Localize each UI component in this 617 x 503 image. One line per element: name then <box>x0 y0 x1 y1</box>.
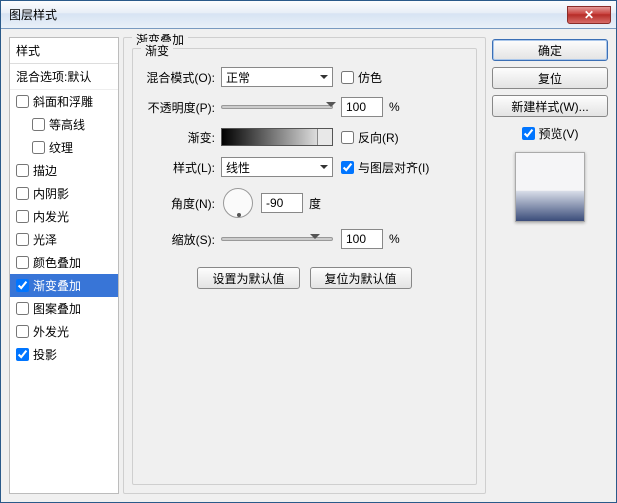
close-button[interactable]: ✕ <box>567 6 611 24</box>
styles-header: 样式 <box>10 38 118 64</box>
angle-label: 角度(N): <box>143 195 221 212</box>
opacity-input[interactable] <box>341 97 383 117</box>
style-item[interactable]: 投影 <box>10 343 118 366</box>
style-item-checkbox[interactable] <box>16 233 29 246</box>
style-value: 线性 <box>226 159 250 176</box>
style-item[interactable]: 外发光 <box>10 320 118 343</box>
blend-mode-dropdown[interactable]: 正常 <box>221 67 333 87</box>
style-item-label: 图案叠加 <box>33 300 81 317</box>
align-label: 与图层对齐(I) <box>358 159 429 176</box>
style-item[interactable]: 光泽 <box>10 228 118 251</box>
reverse-label: 反向(R) <box>358 129 399 146</box>
style-dropdown[interactable]: 线性 <box>221 157 333 177</box>
gradient-label: 渐变: <box>143 129 221 146</box>
dialog-window: 图层样式 ✕ 样式 混合选项:默认 斜面和浮雕等高线纹理描边内阴影内发光光泽颜色… <box>0 0 617 503</box>
preview-thumbnail <box>515 152 585 222</box>
scale-unit: % <box>389 232 400 246</box>
style-item-checkbox[interactable] <box>32 118 45 131</box>
style-item-label: 内发光 <box>33 208 69 225</box>
style-item[interactable]: 颜色叠加 <box>10 251 118 274</box>
style-item[interactable]: 内发光 <box>10 205 118 228</box>
angle-dial[interactable] <box>223 188 253 218</box>
angle-dial-indicator <box>237 213 241 217</box>
style-item[interactable]: 渐变叠加 <box>10 274 118 297</box>
style-item-checkbox[interactable] <box>16 210 29 223</box>
new-style-button[interactable]: 新建样式(W)... <box>492 95 608 117</box>
settings-panel: 渐变叠加 渐变 混合模式(O): 正常 仿色 不透明度(P): <box>123 37 486 494</box>
set-default-button[interactable]: 设置为默认值 <box>197 267 299 289</box>
reverse-check-input[interactable] <box>341 131 354 144</box>
ok-button[interactable]: 确定 <box>492 39 608 61</box>
gradient-swatch[interactable] <box>221 128 333 146</box>
style-item[interactable]: 内阴影 <box>10 182 118 205</box>
scale-slider-thumb[interactable] <box>310 234 320 244</box>
style-item-label: 渐变叠加 <box>33 277 81 294</box>
preview-check-input[interactable] <box>522 127 535 140</box>
opacity-slider-thumb[interactable] <box>326 102 336 112</box>
cancel-button[interactable]: 复位 <box>492 67 608 89</box>
style-item-checkbox[interactable] <box>16 256 29 269</box>
style-item-label: 纹理 <box>49 139 73 156</box>
style-item[interactable]: 斜面和浮雕 <box>10 90 118 113</box>
dither-checkbox[interactable]: 仿色 <box>341 69 382 86</box>
style-label: 样式(L): <box>143 159 221 176</box>
angle-input[interactable] <box>261 193 303 213</box>
titlebar: 图层样式 ✕ <box>1 1 616 29</box>
style-item-checkbox[interactable] <box>16 302 29 315</box>
style-item-checkbox[interactable] <box>32 141 45 154</box>
style-item-checkbox[interactable] <box>16 95 29 108</box>
style-item-checkbox[interactable] <box>16 348 29 361</box>
align-check-input[interactable] <box>341 161 354 174</box>
style-item[interactable]: 描边 <box>10 159 118 182</box>
style-item[interactable]: 纹理 <box>10 136 118 159</box>
reset-default-button[interactable]: 复位为默认值 <box>310 267 412 289</box>
window-title: 图层样式 <box>9 6 567 23</box>
dialog-body: 样式 混合选项:默认 斜面和浮雕等高线纹理描边内阴影内发光光泽颜色叠加渐变叠加图… <box>1 29 616 502</box>
style-item[interactable]: 图案叠加 <box>10 297 118 320</box>
preview-checkbox[interactable]: 预览(V) <box>492 125 608 142</box>
style-item-label: 描边 <box>33 162 57 179</box>
blend-mode-label: 混合模式(O): <box>143 69 221 86</box>
close-icon: ✕ <box>584 8 594 22</box>
style-item-label: 等高线 <box>49 116 85 133</box>
opacity-slider[interactable] <box>221 105 333 109</box>
style-item-label: 光泽 <box>33 231 57 248</box>
angle-unit: 度 <box>309 195 321 212</box>
action-panel: 确定 复位 新建样式(W)... 预览(V) <box>490 37 608 494</box>
style-item[interactable]: 等高线 <box>10 113 118 136</box>
style-item-label: 外发光 <box>33 323 69 340</box>
style-item-checkbox[interactable] <box>16 279 29 292</box>
dither-check-input[interactable] <box>341 71 354 84</box>
style-item-checkbox[interactable] <box>16 164 29 177</box>
blend-mode-value: 正常 <box>226 69 250 86</box>
style-item-checkbox[interactable] <box>16 187 29 200</box>
gradient-group: 渐变 混合模式(O): 正常 仿色 不透明度(P): <box>132 48 477 485</box>
inner-group-label: 渐变 <box>141 42 173 59</box>
style-item-label: 颜色叠加 <box>33 254 81 271</box>
styles-list: 样式 混合选项:默认 斜面和浮雕等高线纹理描边内阴影内发光光泽颜色叠加渐变叠加图… <box>9 37 119 494</box>
scale-slider[interactable] <box>221 237 333 241</box>
style-item-label: 斜面和浮雕 <box>33 93 93 110</box>
style-item-label: 投影 <box>33 346 57 363</box>
scale-label: 缩放(S): <box>143 231 221 248</box>
blend-options-default[interactable]: 混合选项:默认 <box>10 64 118 90</box>
opacity-label: 不透明度(P): <box>143 99 221 116</box>
align-checkbox[interactable]: 与图层对齐(I) <box>341 159 429 176</box>
opacity-unit: % <box>389 100 400 114</box>
style-item-label: 内阴影 <box>33 185 69 202</box>
reverse-checkbox[interactable]: 反向(R) <box>341 129 399 146</box>
scale-input[interactable] <box>341 229 383 249</box>
style-item-checkbox[interactable] <box>16 325 29 338</box>
dither-label: 仿色 <box>358 69 382 86</box>
preview-label: 预览(V) <box>539 125 579 142</box>
